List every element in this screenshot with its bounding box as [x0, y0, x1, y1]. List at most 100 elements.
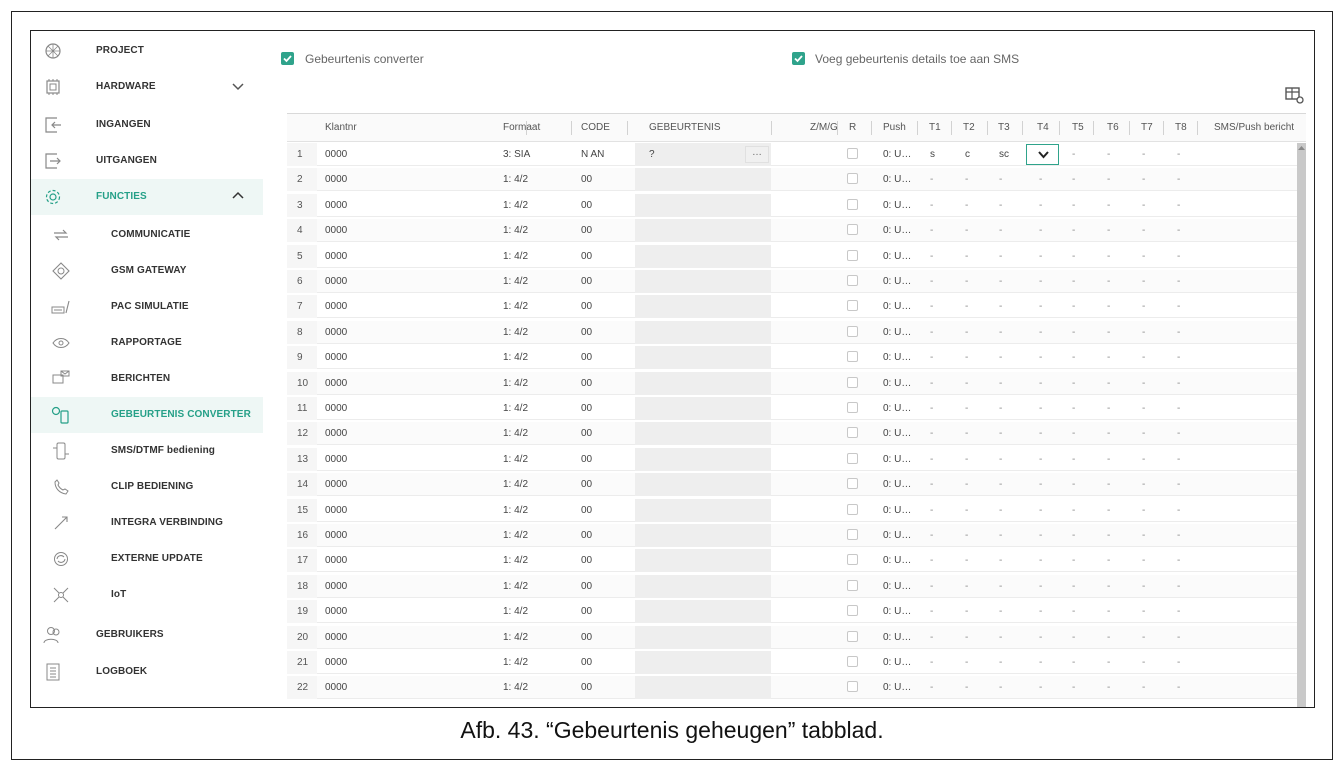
cell-t2[interactable]: - — [965, 168, 968, 191]
cell-t7[interactable]: - — [1142, 397, 1145, 420]
sidebar-item-rapportage[interactable]: RAPPORTAGE — [31, 325, 263, 361]
cell-push[interactable]: 0: U… — [883, 626, 911, 649]
col-zmg[interactable]: Z/M/G — [810, 114, 838, 142]
cell-push[interactable]: 0: U… — [883, 245, 911, 268]
col-t4[interactable]: T4 — [1037, 114, 1049, 142]
cell-t4[interactable]: - — [1039, 397, 1042, 420]
sidebar-item-iot[interactable]: IoT — [31, 577, 263, 613]
table-row[interactable]: 16 0000 1: 4/2 00 0: U… - - - - - - - - — [287, 524, 1306, 547]
col-t6[interactable]: T6 — [1107, 114, 1119, 142]
cell-t3[interactable]: - — [999, 575, 1002, 598]
cell-formaat[interactable]: 1: 4/2 — [503, 295, 528, 318]
cell-t7[interactable]: - — [1142, 600, 1145, 623]
cell-t8[interactable]: - — [1177, 626, 1180, 649]
cell-t8[interactable]: - — [1177, 499, 1180, 522]
cell-t6[interactable]: - — [1107, 397, 1110, 420]
r-checkbox[interactable] — [847, 351, 858, 363]
cell-t1[interactable]: - — [930, 219, 933, 242]
table-row[interactable]: 12 0000 1: 4/2 00 0: U… - - - - - - - - — [287, 422, 1306, 446]
cell-t6[interactable]: - — [1107, 143, 1110, 166]
cell-code[interactable]: 00 — [581, 270, 592, 293]
sidebar-item-project[interactable]: PROJECT — [31, 33, 263, 69]
cell-code[interactable]: 00 — [581, 499, 592, 522]
cell-code[interactable]: N AN — [581, 143, 604, 166]
table-row[interactable]: 2 0000 1: 4/2 00 0: U… - - - - - - - - — [287, 168, 1306, 192]
cell-push[interactable]: 0: U… — [883, 270, 911, 293]
cell-code[interactable]: 00 — [581, 295, 592, 318]
table-row[interactable]: 5 0000 1: 4/2 00 0: U… - - - - - - - - — [287, 244, 1306, 268]
cell-klantnr[interactable]: 0000 — [325, 651, 347, 674]
cell-t1[interactable]: - — [930, 346, 933, 369]
cell-push[interactable]: 0: U… — [883, 422, 911, 445]
r-checkbox[interactable] — [847, 681, 858, 693]
cell-klantnr[interactable]: 0000 — [325, 626, 347, 649]
cell-push[interactable]: 0: U… — [883, 295, 911, 318]
cell-gebeurtenis[interactable] — [635, 524, 771, 547]
cell-klantnr[interactable]: 0000 — [325, 372, 347, 395]
sidebar-item-externe-update[interactable]: EXTERNE UPDATE — [31, 541, 263, 577]
sidebar-item-ingangen[interactable]: INGANGEN — [31, 107, 263, 143]
r-checkbox[interactable] — [847, 325, 858, 337]
cell-klantnr[interactable]: 0000 — [325, 219, 347, 242]
cell-t4[interactable]: - — [1039, 651, 1042, 674]
cell-t6[interactable]: - — [1107, 473, 1110, 496]
cell-code[interactable]: 00 — [581, 626, 592, 649]
cell-t3[interactable]: sc — [999, 143, 1009, 166]
cell-code[interactable]: 00 — [581, 524, 592, 547]
cell-gebeurtenis[interactable] — [635, 244, 771, 268]
scroll-up-icon[interactable] — [1298, 144, 1305, 152]
cell-t5[interactable]: - — [1072, 168, 1075, 191]
sidebar-item-integra-verbinding[interactable]: INTEGRA VERBINDING — [31, 505, 263, 541]
sidebar-item-gsm-gateway[interactable]: GSM GATEWAY — [31, 253, 263, 289]
cell-push[interactable]: 0: U… — [883, 575, 911, 598]
cell-formaat[interactable]: 3: SIA — [503, 143, 530, 166]
cell-t2[interactable]: - — [965, 270, 968, 293]
cell-klantnr[interactable]: 0000 — [325, 397, 347, 420]
col-push[interactable]: Push — [883, 114, 906, 142]
cell-push[interactable]: 0: U… — [883, 143, 911, 166]
cell-t2[interactable]: - — [965, 422, 968, 445]
cell-formaat[interactable]: 1: 4/2 — [503, 676, 528, 699]
cell-t5[interactable]: - — [1072, 600, 1075, 623]
cell-t1[interactable]: - — [930, 295, 933, 318]
cell-code[interactable]: 00 — [581, 422, 592, 445]
cell-t6[interactable]: - — [1107, 372, 1110, 395]
cell-t8[interactable]: - — [1177, 676, 1180, 699]
cell-formaat[interactable]: 1: 4/2 — [503, 245, 528, 268]
cell-code[interactable]: 00 — [581, 651, 592, 674]
table-row[interactable]: 7 0000 1: 4/2 00 0: U… - - - - - - - - — [287, 295, 1306, 319]
cell-t2[interactable]: - — [965, 219, 968, 242]
cell-t3[interactable]: - — [999, 626, 1002, 649]
cell-formaat[interactable]: 1: 4/2 — [503, 168, 528, 191]
cell-klantnr[interactable]: 0000 — [325, 321, 347, 344]
cell-gebeurtenis[interactable] — [635, 549, 771, 573]
cell-t2[interactable]: - — [965, 473, 968, 496]
cell-t7[interactable]: - — [1142, 626, 1145, 649]
table-row[interactable]: 9 0000 1: 4/2 00 0: U… - - - - - - - - — [287, 346, 1306, 370]
cell-klantnr[interactable]: 0000 — [325, 448, 347, 471]
cell-formaat[interactable]: 1: 4/2 — [503, 194, 528, 217]
table-row[interactable]: 10 0000 1: 4/2 00 0: U… - - - - - - - - — [287, 371, 1306, 395]
cell-gebeurtenis[interactable] — [635, 397, 771, 420]
cell-t3[interactable]: - — [999, 194, 1002, 217]
cell-t4[interactable]: - — [1039, 321, 1042, 344]
cell-t8[interactable]: - — [1177, 245, 1180, 268]
cell-formaat[interactable]: 1: 4/2 — [503, 219, 528, 242]
cell-t4[interactable]: - — [1039, 600, 1042, 623]
cell-gebeurtenis[interactable] — [635, 651, 771, 674]
cell-push[interactable]: 0: U… — [883, 219, 911, 242]
cell-t4[interactable]: - — [1039, 372, 1042, 395]
table-row[interactable]: 4 0000 1: 4/2 00 0: U… - - - - - - - - — [287, 219, 1306, 243]
cell-t8[interactable]: - — [1177, 549, 1180, 572]
cell-t8[interactable]: - — [1177, 346, 1180, 369]
cell-formaat[interactable]: 1: 4/2 — [503, 346, 528, 369]
cell-t3[interactable]: - — [999, 473, 1002, 496]
cell-t6[interactable]: - — [1107, 245, 1110, 268]
cell-t5[interactable]: - — [1072, 372, 1075, 395]
r-checkbox[interactable] — [847, 224, 858, 236]
cell-gebeurtenis[interactable] — [635, 371, 771, 395]
r-checkbox[interactable] — [847, 579, 858, 591]
r-checkbox[interactable] — [847, 198, 858, 210]
table-settings-icon[interactable] — [1285, 87, 1305, 105]
cell-t5[interactable]: - — [1072, 397, 1075, 420]
